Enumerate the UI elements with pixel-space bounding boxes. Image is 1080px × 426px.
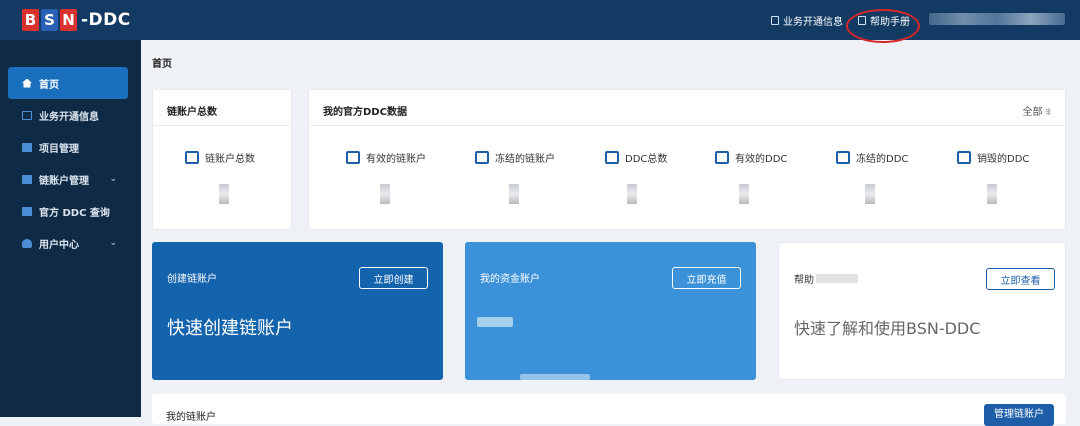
logo-letter-n: N [60, 9, 77, 31]
logo-letter-b: B [22, 9, 39, 31]
card-title: 创建链账户 [167, 274, 217, 285]
stat-frozen-ddc: 冻结的DDC [836, 150, 908, 165]
my-chain-accounts-card: 我的链账户 管理链账户 [152, 394, 1066, 426]
frozen-account-icon [475, 151, 489, 164]
stat-value-blurred [219, 184, 229, 204]
account-icon [22, 174, 32, 184]
sidebar-item-projects[interactable]: 项目管理 [0, 131, 141, 163]
card-title: 我的链账户 [166, 412, 216, 423]
card-title: 链账户总数 [167, 107, 217, 118]
stat-chain-total: 链账户总数 [185, 150, 255, 165]
document-icon [22, 110, 32, 120]
sidebar-item-chain-accounts[interactable]: 链账户管理 ⌄ [0, 163, 141, 195]
card-title: 我的资金账户 [480, 274, 540, 285]
divider [309, 125, 1065, 126]
sidebar-item-label: 项目管理 [39, 143, 79, 155]
destroyed-ddc-icon [957, 151, 971, 164]
logo-letter-s: S [41, 9, 58, 31]
card-headline: 快速了解和使用BSN-DDC [794, 319, 981, 338]
stat-label: 冻结的DDC [856, 154, 909, 165]
sidebar-item-home[interactable]: 首页 [8, 67, 128, 99]
create-now-button[interactable]: 立即创建 [359, 267, 428, 289]
create-account-card: 创建链账户 立即创建 快速创建链账户 [152, 242, 443, 380]
stat-value-blurred [627, 184, 637, 204]
stat-ddc-total: DDC总数 [605, 150, 667, 165]
title-blurred [816, 274, 858, 283]
stat-value-blurred [865, 184, 875, 204]
card-title: 我的官方DDC数据 [323, 107, 407, 118]
business-info-link[interactable]: 业务开通信息 [771, 13, 843, 28]
stat-label: 冻结的链账户 [495, 154, 555, 165]
filter-icon: ⩩ [1045, 107, 1051, 118]
logo[interactable]: B S N -DDC [0, 0, 141, 40]
search-list-icon [22, 206, 32, 216]
user-icon [22, 238, 32, 248]
logo-suffix: -DDC [81, 10, 131, 30]
chevron-down-icon: ⌄ [109, 238, 117, 248]
card-title: 帮助 [794, 271, 858, 286]
stat-label: 有效的链账户 [366, 154, 426, 165]
chain-total-card: 链账户总数 链账户总数 [152, 89, 292, 230]
stat-value-blurred [739, 184, 749, 204]
project-icon [22, 142, 32, 152]
stat-label: DDC总数 [625, 154, 668, 165]
recharge-now-button[interactable]: 立即充值 [672, 267, 741, 289]
filter-dropdown[interactable]: 全部 ⩩ [1022, 103, 1051, 118]
list-icon [185, 151, 199, 164]
sidebar-item-label: 官方 DDC 查询 [39, 207, 110, 219]
calendar-icon [605, 151, 619, 164]
sidebar-item-ddc-query[interactable]: 官方 DDC 查询 [0, 195, 141, 227]
stat-valid-ddc: 有效的DDC [715, 150, 787, 165]
help-title-label: 帮助 [794, 275, 814, 286]
fund-account-card: 我的资金账户 立即充值 [465, 242, 756, 380]
divider [153, 125, 291, 126]
breadcrumb: 首页 [152, 59, 172, 70]
stat-value-blurred [380, 184, 390, 204]
stat-label: 有效的DDC [735, 154, 788, 165]
stat-valid-chain-accounts: 有效的链账户 [346, 150, 426, 165]
frozen-ddc-icon [836, 151, 850, 164]
user-account-blurred[interactable] [929, 13, 1065, 25]
chevron-down-icon: ⌄ [109, 174, 117, 184]
ddc-data-card: 我的官方DDC数据 全部 ⩩ 有效的链账户 冻结的链账户 DDC总数 有效的DD… [308, 89, 1066, 230]
stat-value-blurred [987, 184, 997, 204]
highlight-circle [846, 9, 920, 43]
business-info-label: 业务开通信息 [783, 17, 843, 28]
manage-accounts-button[interactable]: 管理链账户 [984, 404, 1054, 426]
stat-destroyed-ddc: 销毁的DDC [957, 150, 1029, 165]
sidebar-nav: 首页 业务开通信息 项目管理 链账户管理 ⌄ 官方 DDC 查询 用户中心 ⌄ [0, 40, 141, 259]
stat-label: 链账户总数 [205, 154, 255, 165]
home-icon [22, 78, 32, 88]
stat-value-blurred [509, 184, 519, 204]
stat-frozen-chain-accounts: 冻结的链账户 [475, 150, 555, 165]
document-icon [771, 16, 779, 25]
help-card: 帮助 立即查看 快速了解和使用BSN-DDC [778, 242, 1066, 380]
valid-ddc-icon [715, 151, 729, 164]
sidebar-item-user-center[interactable]: 用户中心 ⌄ [0, 227, 141, 259]
valid-account-icon [346, 151, 360, 164]
view-now-button[interactable]: 立即查看 [986, 268, 1055, 290]
stat-label: 销毁的DDC [977, 154, 1030, 165]
sidebar-item-label: 链账户管理 [39, 175, 89, 187]
balance-detail-blurred [520, 374, 590, 380]
sidebar-item-label: 首页 [39, 79, 59, 91]
card-headline: 快速创建链账户 [167, 318, 293, 339]
sidebar-item-label: 用户中心 [39, 239, 79, 251]
sidebar: B S N -DDC 首页 业务开通信息 项目管理 链账户管理 ⌄ 官方 DDC… [0, 0, 141, 417]
sidebar-item-label: 业务开通信息 [39, 111, 99, 123]
sidebar-item-business-info[interactable]: 业务开通信息 [0, 99, 141, 131]
balance-blurred [477, 317, 513, 327]
filter-label: 全部 [1022, 107, 1043, 118]
